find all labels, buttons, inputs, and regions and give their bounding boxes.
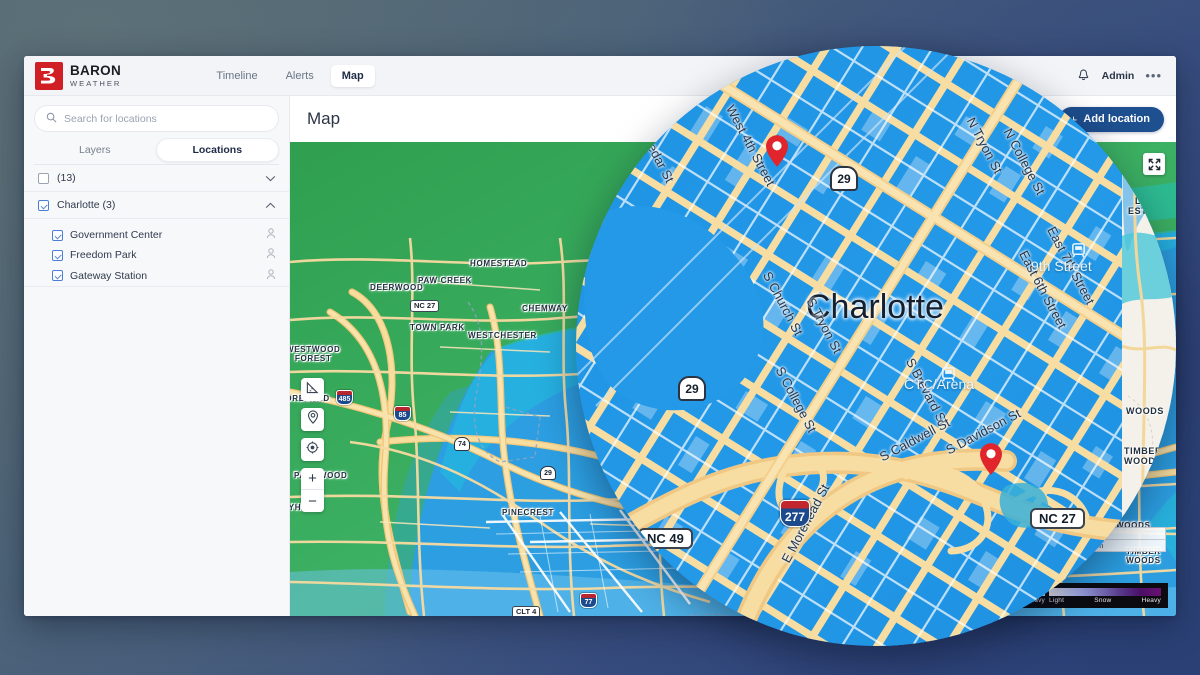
brand-name: BARON: [70, 63, 121, 79]
neighborhood-label: TOWN PARK: [410, 323, 465, 332]
tab-layers[interactable]: Layers: [34, 139, 156, 161]
neighborhood-label: CHEMWAY: [522, 304, 568, 313]
location-label: Freedom Park: [70, 249, 137, 261]
tab-map[interactable]: Map: [330, 64, 375, 87]
map-pin-icon: [307, 410, 319, 429]
select-all-label: (13): [57, 172, 76, 184]
page-title: Map: [307, 109, 341, 128]
zoom-in-button[interactable]: +: [301, 468, 324, 490]
search-input[interactable]: [64, 112, 267, 125]
route-shield-nc49: NC 49: [638, 528, 693, 549]
interstate-shield-277: 277: [780, 500, 810, 527]
neighborhood-label: TIMBERWOODS: [1124, 446, 1163, 467]
map-magnifier-overlay[interactable]: Charlotte S Cedar St West 4th Street S C…: [576, 46, 1176, 646]
chevron-down-icon[interactable]: [265, 169, 276, 187]
sidebar-segmented-control: Layers Locations: [34, 137, 279, 165]
zoom-controls: + −: [301, 468, 324, 512]
locate-me-button[interactable]: [301, 438, 324, 461]
measure-tool-button[interactable]: [301, 378, 324, 401]
magnifier-edge-basemap: LINDA ESTATES WOODS TIMBER WOODS: [1122, 46, 1176, 646]
us-shield-29: 29: [678, 376, 706, 401]
person-icon[interactable]: [266, 267, 276, 285]
neighborhood-label: LINDAESTATES: [1128, 196, 1173, 217]
route-shield-nc27: NC 27: [410, 300, 440, 313]
location-marker-government-center[interactable]: [764, 134, 790, 173]
person-icon[interactable]: [266, 226, 276, 244]
place-marker-button[interactable]: [301, 408, 324, 431]
neighborhood-label: WOODS: [1126, 406, 1164, 416]
person-icon[interactable]: [266, 246, 276, 264]
search-box[interactable]: [34, 105, 279, 132]
chevron-up-icon[interactable]: [265, 196, 276, 214]
brand-subtitle: WEATHER: [70, 78, 122, 88]
neighborhood-label: PINECREST: [502, 508, 555, 517]
crosshair-target-icon: [306, 441, 319, 459]
location-label: Government Center: [70, 229, 163, 241]
baron-b-mark-icon: [35, 61, 63, 90]
search-container: [24, 96, 289, 138]
list-item-government-center[interactable]: Government Center: [24, 225, 289, 245]
ruler-triangle-icon: [306, 381, 319, 399]
zoom-out-button[interactable]: −: [301, 490, 324, 512]
neighborhood-label: WESTWOOD FOREST: [290, 345, 341, 363]
group-checkbox-charlotte[interactable]: [38, 199, 49, 211]
interstate-shield-485: 485: [336, 390, 353, 405]
main-nav: Timeline Alerts Map: [205, 64, 375, 87]
transit-stop-label: 9th Street: [1031, 258, 1092, 274]
tab-alerts[interactable]: Alerts: [275, 65, 325, 87]
locations-sidebar: Layers Locations (13) Charlotte (3) Gove…: [24, 96, 290, 616]
list-item-freedom-park[interactable]: Freedom Park: [24, 245, 289, 265]
us-shield-74: 74: [454, 437, 470, 451]
list-item-gateway-station[interactable]: Gateway Station: [24, 265, 289, 287]
neighborhood-label: PAW CREEK: [418, 276, 473, 285]
transit-stop-label: CTC/Arena: [904, 376, 975, 392]
route-shield-nc27: NC 27: [1030, 508, 1085, 529]
neighborhood-label: WESTCHESTER: [468, 331, 538, 340]
us-shield-29: 29: [830, 166, 858, 191]
brand-logo[interactable]: BARON WEATHER: [24, 61, 122, 90]
tab-timeline[interactable]: Timeline: [205, 65, 268, 87]
route-shield-clt4: CLT 4: [512, 606, 541, 616]
interstate-shield-85: 85: [394, 406, 411, 421]
group-row-charlotte[interactable]: Charlotte (3): [24, 192, 289, 219]
search-icon: [46, 110, 57, 128]
us-shield-29: 29: [540, 466, 556, 480]
location-checkbox[interactable]: [52, 229, 63, 241]
location-marker-gateway-station[interactable]: [978, 442, 1004, 481]
map-controls: + −: [301, 378, 324, 512]
select-all-group-row[interactable]: (13): [24, 165, 289, 192]
tab-locations[interactable]: Locations: [155, 137, 279, 162]
group-label-charlotte: Charlotte (3): [57, 199, 116, 211]
select-all-checkbox[interactable]: [38, 172, 49, 184]
location-label: Gateway Station: [70, 269, 148, 282]
location-checkbox[interactable]: [52, 249, 63, 261]
location-checkbox[interactable]: [52, 270, 63, 281]
neighborhood-label: DEERWOOD: [370, 283, 424, 292]
neighborhood-label: HOMESTEAD: [470, 259, 528, 268]
